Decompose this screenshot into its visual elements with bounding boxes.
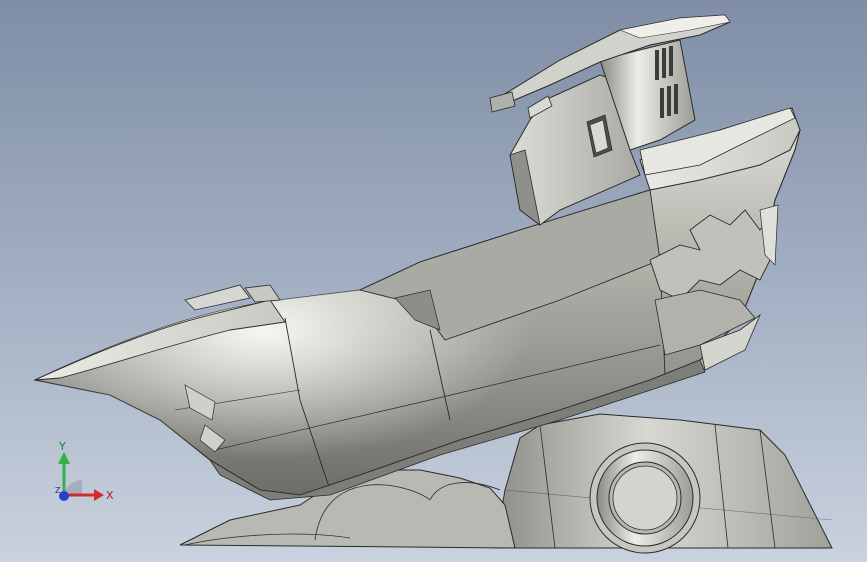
axis-triad: Y X Z [55,440,114,502]
x-axis-label: X [106,489,114,502]
y-axis-label: Y [58,440,66,453]
graphics-viewport[interactable]: Y X Z [0,0,867,562]
base-stand [494,413,833,554]
z-axis-label: Z [55,486,61,495]
z-axis-dot [59,491,69,501]
x-axis-arrow [94,489,104,501]
y-axis-arrow [58,452,70,464]
ship-wreck-3d-model[interactable] [0,0,867,562]
